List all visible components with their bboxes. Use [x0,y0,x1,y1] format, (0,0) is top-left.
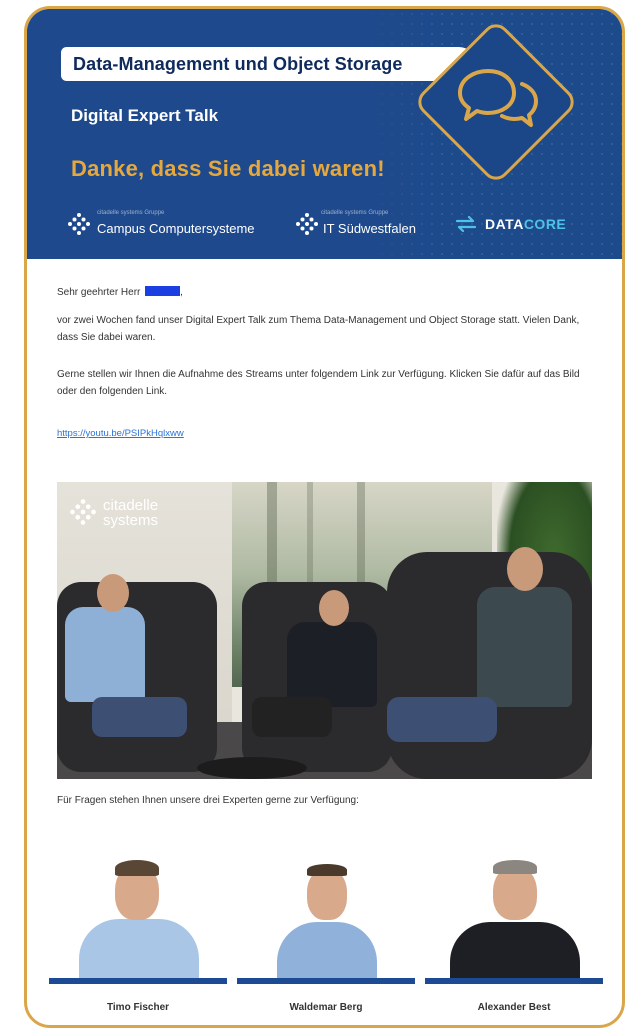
redacted-name [145,286,181,296]
expert-name: Alexander Best [477,1002,551,1013]
paragraph-stream: Gerne stellen wir Ihnen die Aufnahme des… [57,369,580,397]
greeting: Sehr geehrter Herr , [57,284,183,301]
citadelle-dots-icon [296,213,318,235]
expert-photo [425,834,603,979]
logo-name: Campus Computersysteme [97,220,255,236]
expert-name-bar [237,978,415,984]
logo-name-data: DATA [485,216,524,232]
paragraph-intro: vor zwei Wochen fand unser Digital Exper… [57,315,580,343]
person-right-torso [477,587,572,707]
expert-face [493,866,537,920]
campus-computersysteme-logo: citadelle systems Gruppe Campus Computer… [67,209,255,239]
expert-torso [79,919,199,979]
logo-name: DATACORE [485,216,566,232]
experts-row: Timo Fischer Waldemar Berg Alexander Bes… [49,834,604,1024]
person-right-legs [387,697,497,742]
logo-name: IT Südwestfalen [323,220,416,236]
partner-logos: citadelle systems Gruppe Campus Computer… [27,209,622,239]
person-left-head [97,574,129,612]
greeting-suffix: , [180,287,183,298]
speech-bubbles-icon [458,69,538,127]
person-left-legs [92,697,187,737]
expert-name: Timo Fischer [106,1002,170,1013]
experts-intro: Für Fragen stehen Ihnen unsere drei Expe… [57,795,359,806]
logo-group-label: citadelle systems Gruppe [97,210,165,216]
side-table [197,757,307,779]
person-right-head [507,547,543,591]
expert-card: Alexander Best [425,834,603,1024]
expert-name-bar [425,978,603,984]
expert-card: Waldemar Berg [237,834,415,1024]
datacore-logo: DATACORE [455,209,566,239]
person-left-torso [65,607,145,702]
header-banner: Data-Management und Object Storage Digit… [27,9,622,259]
expert-card: Timo Fischer [49,834,227,1024]
expert-hair [115,860,159,876]
youtube-link[interactable]: https://youtu.be/PSIPkHqlxww [57,425,184,442]
greeting-text: Sehr geehrter Herr [57,287,141,298]
logo-name-core: CORE [523,216,567,232]
thank-you-headline: Danke, dass Sie dabei waren! [71,156,385,181]
person-center-head [319,590,349,626]
expert-photo [237,834,415,979]
email-card: Data-Management und Object Storage Digit… [24,6,625,1028]
video-logo-text: citadelle systems [103,497,159,529]
datacore-arrows-icon [455,216,477,232]
expert-hair [307,864,347,876]
it-suedwestfalen-logo: citadelle systems Gruppe IT Südwestfalen [295,209,416,239]
event-title: Data-Management und Object Storage [61,47,476,81]
expert-name-bar [49,978,227,984]
video-thumbnail[interactable]: citadelle systems [57,482,592,779]
person-center-legs [252,697,332,737]
logo-group-label: citadelle systems Gruppe [321,210,389,216]
person-center-torso [287,622,377,707]
expert-torso [277,922,377,979]
citadelle-dots-icon [68,213,90,235]
citadelle-dots-icon [70,499,96,525]
expert-hair [493,860,537,874]
expert-photo [49,834,227,979]
event-subtitle: Digital Expert Talk [71,106,219,125]
citadelle-video-logo: citadelle systems [69,498,173,528]
expert-name: Waldemar Berg [289,1002,363,1013]
expert-torso [450,922,580,979]
